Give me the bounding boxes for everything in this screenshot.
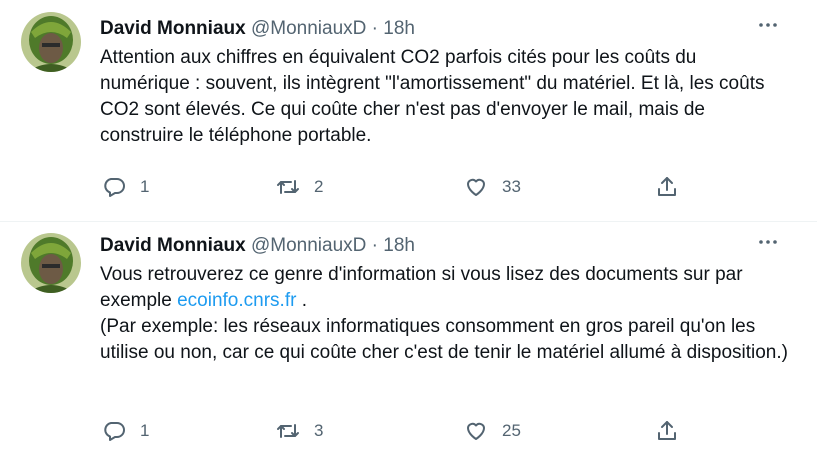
reply-icon	[104, 178, 125, 197]
tweet-text: Vous retrouverez ce genre d'information …	[100, 262, 790, 366]
heart-icon	[467, 422, 485, 440]
more-options-button[interactable]	[757, 14, 779, 42]
timestamp[interactable]: 18h	[383, 18, 415, 39]
reply-count: 1	[140, 177, 150, 196]
like-count: 25	[502, 421, 521, 440]
tweet-header: David Monniaux @MonniauxD · 18h	[100, 234, 415, 258]
like-count: 33	[502, 177, 521, 196]
author-name[interactable]: David Monniaux	[100, 18, 246, 39]
retweet-icon	[277, 424, 299, 438]
reply-count: 1	[140, 421, 150, 440]
tweet-header: David Monniaux @MonniauxD · 18h	[100, 17, 415, 41]
tweet-paragraph: Attention aux chiffres en équivalent CO2…	[100, 47, 765, 146]
reply-button[interactable]: 1	[102, 416, 149, 446]
text-after-link: .	[296, 290, 307, 311]
tweet-text: Attention aux chiffres en équivalent CO2…	[100, 45, 790, 149]
tweet[interactable]: David Monniaux @MonniauxD · 18h Attentio…	[0, 0, 817, 222]
like-button[interactable]: 33	[464, 172, 521, 202]
reply-icon	[104, 422, 125, 441]
retweet-button[interactable]: 3	[276, 416, 323, 446]
author-name[interactable]: David Monniaux	[100, 235, 246, 256]
timestamp[interactable]: 18h	[383, 235, 415, 256]
avatar[interactable]	[21, 233, 81, 293]
separator-dot: ·	[371, 235, 378, 256]
heart-icon	[467, 178, 485, 196]
author-handle[interactable]: @MonniauxD	[251, 235, 366, 256]
avatar-image	[21, 12, 81, 72]
separator-dot: ·	[371, 18, 378, 39]
more-horizontal-icon	[759, 23, 777, 27]
share-button[interactable]	[655, 172, 679, 202]
author-handle[interactable]: @MonniauxD	[251, 18, 366, 39]
retweet-button[interactable]: 2	[276, 172, 323, 202]
tweet-paragraph-2: (Par exemple: les réseaux informatiques …	[100, 316, 788, 363]
share-icon	[658, 177, 676, 196]
more-options-button[interactable]	[757, 231, 779, 259]
ecoinfo-link[interactable]: ecoinfo.cnrs.fr	[177, 290, 296, 311]
reply-button[interactable]: 1	[102, 172, 149, 202]
share-icon	[658, 421, 676, 440]
more-horizontal-icon	[759, 240, 777, 244]
retweet-count: 3	[314, 421, 324, 440]
avatar-image	[21, 233, 81, 293]
retweet-icon	[277, 180, 299, 194]
tweet[interactable]: David Monniaux @MonniauxD · 18h Vous ret…	[0, 222, 817, 458]
tweet-paragraph: Vous retrouverez ce genre d'information …	[100, 262, 790, 314]
share-button[interactable]	[655, 416, 679, 446]
avatar[interactable]	[21, 12, 81, 72]
retweet-count: 2	[314, 177, 324, 196]
tweet-actions: 1 3 25	[100, 416, 700, 446]
tweet-actions: 1 2 33	[100, 172, 700, 202]
like-button[interactable]: 25	[464, 416, 521, 446]
